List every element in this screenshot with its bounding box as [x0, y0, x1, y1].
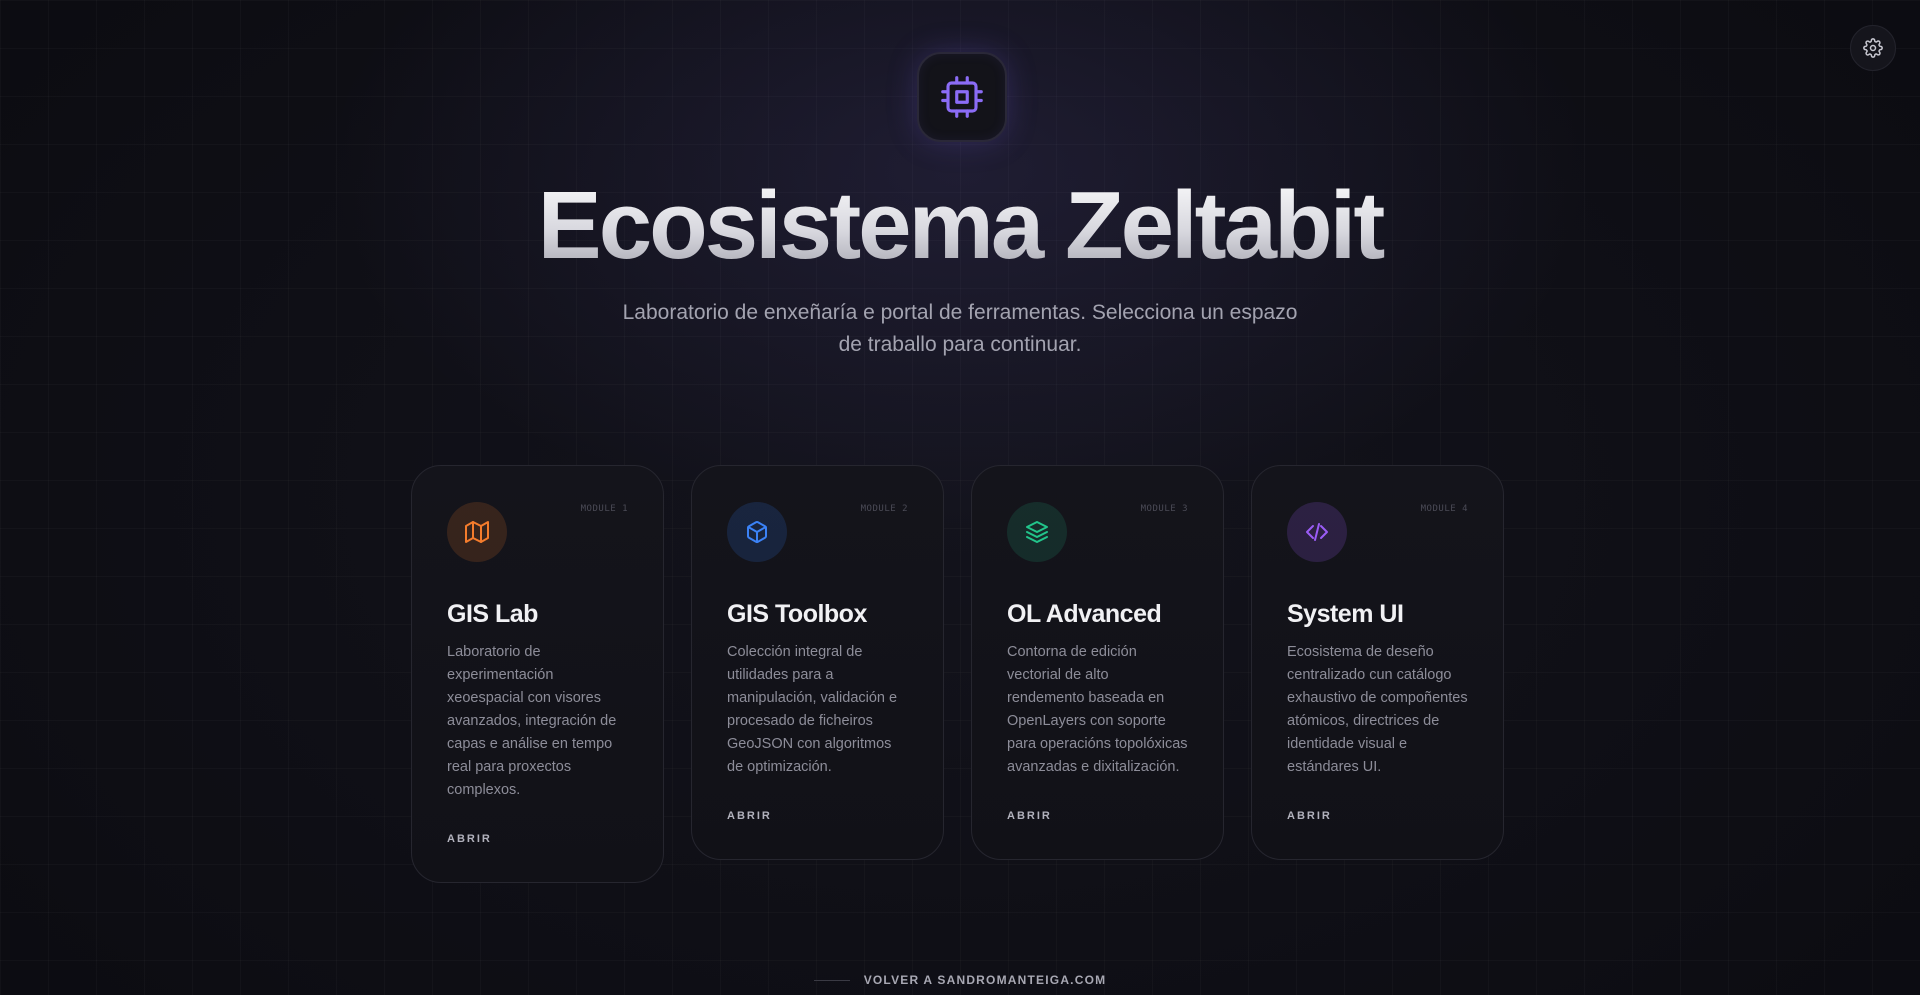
- card-icon-wrap: [1287, 502, 1347, 562]
- module-card-gis-toolbox[interactable]: MODULE 2 GIS Toolbox Colección integral …: [691, 465, 944, 860]
- map-icon: [465, 521, 489, 543]
- open-link[interactable]: ABRIR: [727, 809, 909, 823]
- back-to-site-link[interactable]: VOLVER A SANDROMANTEIGA.COM: [0, 973, 1920, 987]
- logo-badge: [917, 52, 1007, 142]
- card-icon-wrap: [727, 502, 787, 562]
- module-label: MODULE 2: [860, 504, 908, 514]
- card-icon-wrap: [447, 502, 507, 562]
- card-title: System UI: [1287, 600, 1404, 628]
- card-description: Colección integral de utilidades para a …: [727, 644, 898, 775]
- gear-icon: [1863, 38, 1883, 58]
- code-icon: [1306, 523, 1328, 541]
- card-description: Laboratorio de experimentación xeoespaci…: [447, 644, 617, 798]
- open-link[interactable]: ABRIR: [1007, 809, 1189, 823]
- module-label: MODULE 3: [1140, 504, 1188, 514]
- settings-button[interactable]: [1850, 25, 1896, 71]
- cube-icon: [747, 521, 767, 544]
- card-description: Contorna de edición vectorial de alto re…: [1007, 644, 1188, 775]
- open-link[interactable]: ABRIR: [447, 832, 629, 846]
- card-title: GIS Toolbox: [727, 600, 867, 628]
- card-description: Ecosistema de deseño centralizado cun ca…: [1287, 644, 1468, 775]
- card-title: GIS Lab: [447, 600, 538, 628]
- layers-icon: [1026, 521, 1048, 543]
- card-icon-wrap: [1007, 502, 1067, 562]
- module-cards: MODULE 1 GIS Lab Laboratorio de experime…: [411, 465, 1504, 883]
- portal-page: Ecosistema Zeltabit Laboratorio de enxeñ…: [0, 0, 1920, 995]
- page-title: Ecosistema Zeltabit: [0, 168, 1920, 284]
- module-label: MODULE 4: [1420, 504, 1468, 514]
- module-card-ol-advanced[interactable]: MODULE 3 OL Advanced Contorna de edición…: [971, 465, 1224, 860]
- module-label: MODULE 1: [580, 504, 628, 514]
- footer-divider: [813, 979, 850, 981]
- open-link[interactable]: ABRIR: [1287, 809, 1469, 823]
- card-title: OL Advanced: [1007, 600, 1162, 628]
- page-subtitle: Laboratorio de enxeñaría e portal de fer…: [622, 301, 1298, 356]
- back-to-site-label[interactable]: VOLVER A SANDROMANTEIGA.COM: [864, 973, 1107, 987]
- cpu-chip-icon: [941, 76, 983, 118]
- module-card-gis-lab[interactable]: MODULE 1 GIS Lab Laboratorio de experime…: [411, 465, 664, 883]
- module-card-system-ui[interactable]: MODULE 4 System UI Ecosistema de deseño …: [1251, 465, 1504, 860]
